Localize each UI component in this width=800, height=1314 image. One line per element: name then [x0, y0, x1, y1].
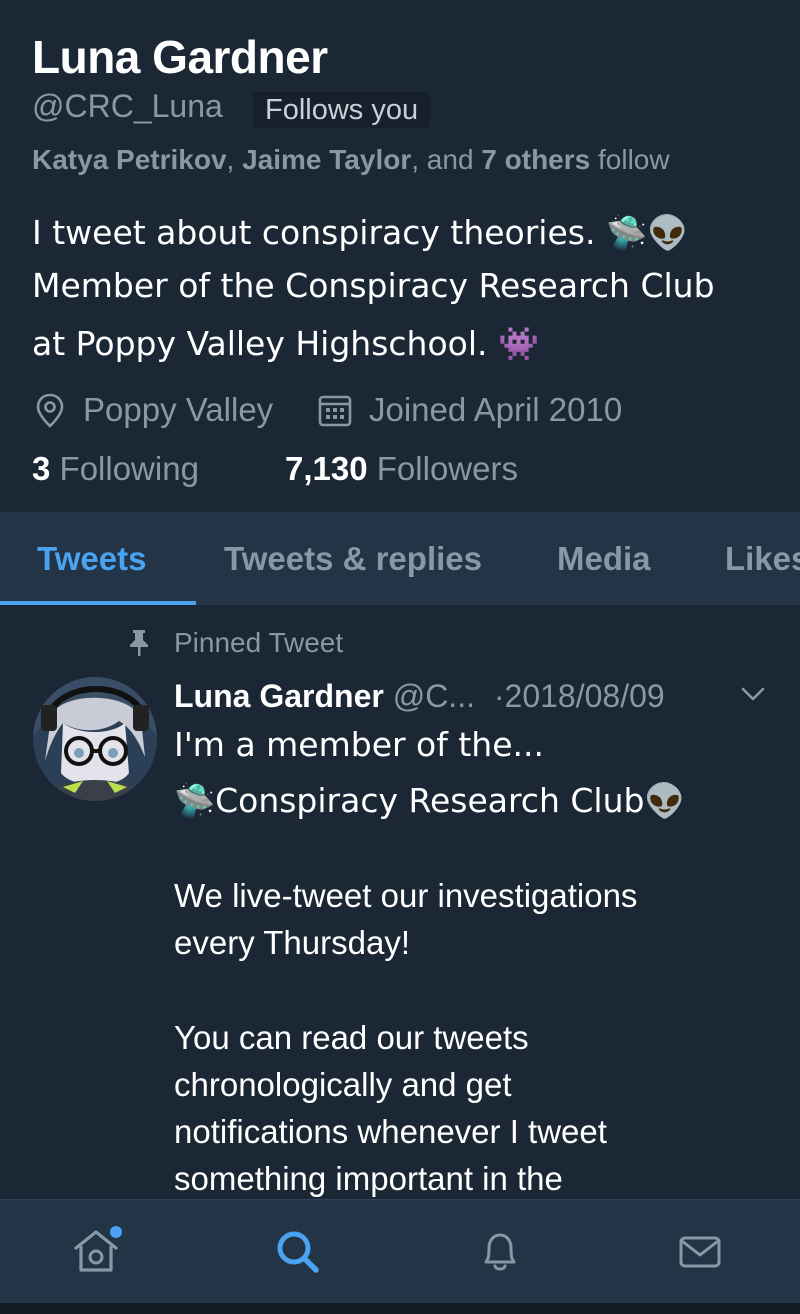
tweet-line-break — [174, 824, 774, 872]
tab-tweets-and-replies[interactable]: Tweets & replies — [224, 512, 482, 605]
tweet-author-handle[interactable]: @C... — [393, 678, 475, 714]
nav-messages-button[interactable] — [640, 1200, 760, 1304]
followed-by-sep-1: , — [226, 144, 243, 175]
envelope-icon — [679, 1236, 721, 1268]
tweet-date[interactable]: ·2018/08/09 — [494, 678, 665, 714]
following-link[interactable]: 3 Following — [32, 450, 199, 488]
tab-likes[interactable]: Likes — [725, 512, 800, 605]
pin-icon — [130, 630, 148, 656]
followers-label: Followers — [376, 450, 518, 487]
bell-icon — [484, 1233, 516, 1271]
tab-media[interactable]: Media — [557, 512, 651, 605]
pinned-label: Pinned Tweet — [174, 627, 344, 658]
nav-home-button[interactable] — [36, 1200, 156, 1304]
home-icon — [74, 1226, 122, 1272]
search-icon — [277, 1231, 319, 1273]
tweet-header: Luna Gardner @C... ·2018/08/09 — [174, 673, 665, 719]
tweet-line-break — [174, 966, 774, 1014]
avatar[interactable] — [33, 677, 157, 801]
profile-display-name: Luna Gardner — [32, 31, 328, 83]
following-label: Following — [59, 450, 199, 487]
location-pin-icon — [36, 393, 64, 428]
profile-bio: I tweet about conspiracy theories. 🛸👽 Me… — [32, 206, 772, 370]
nav-search-button[interactable] — [238, 1200, 358, 1304]
chevron-down-icon — [741, 687, 765, 701]
bottom-nav — [0, 1199, 800, 1304]
tweet-line: 🛸Conspiracy Research Club👽 — [174, 781, 686, 820]
tweet-line: every Thursday! — [174, 924, 410, 961]
notification-dot — [110, 1226, 122, 1238]
profile-handle[interactable]: @CRC_Luna — [32, 88, 223, 125]
followed-by-name-2[interactable]: Jaime Taylor — [242, 144, 411, 175]
bio-line: at Poppy Valley Highschool. 👾 — [32, 324, 540, 363]
followers-count: 7,130 — [285, 450, 368, 487]
followed-by-sep-2: , and — [411, 144, 482, 175]
tweet-text: I'm a member of the... 🛸Conspiracy Resea… — [174, 721, 774, 1200]
tweet-line: I'm a member of the... — [174, 725, 544, 764]
nav-notifications-button[interactable] — [440, 1200, 560, 1304]
tweet-line: You can read our tweets — [174, 1019, 529, 1056]
system-home-bar — [0, 1303, 800, 1314]
calendar-icon — [318, 395, 352, 427]
followed-by-line[interactable]: Katya Petrikov, Jaime Taylor, and 7 othe… — [32, 144, 670, 176]
tweet-line: something important in the — [174, 1160, 563, 1197]
following-count: 3 — [32, 450, 51, 487]
tweet-author-name[interactable]: Luna Gardner — [174, 678, 384, 714]
location-text: Poppy Valley — [83, 391, 274, 428]
tab-tweets[interactable]: Tweets — [37, 512, 146, 605]
avatar-image — [33, 677, 157, 801]
tweet-options-button[interactable] — [740, 685, 766, 708]
joined-text: Joined April 2010 — [369, 391, 623, 428]
followed-by-others[interactable]: 7 others — [481, 144, 590, 175]
followed-by-name-1[interactable]: Katya Petrikov — [32, 144, 227, 175]
tweet-line: We live-tweet our investigations — [174, 877, 638, 914]
follows-you-badge: Follows you — [253, 92, 431, 128]
followed-by-suffix: follow — [590, 144, 670, 175]
profile-tabs: Tweets Tweets & replies Media Likes — [0, 512, 800, 605]
tweet-line: chronologically and get — [174, 1066, 512, 1103]
profile-header: Luna Gardner @CRC_Luna Follows you Katya… — [0, 0, 800, 512]
followers-link[interactable]: 7,130 Followers — [285, 450, 518, 488]
bio-line: I tweet about conspiracy theories. 🛸👽 — [32, 213, 689, 252]
tweet-line: notifications whenever I tweet — [174, 1113, 607, 1150]
tweet-feed: Pinned Tweet Luna Gardner @C... ·2018/08… — [0, 605, 800, 1200]
bio-line: Member of the Conspiracy Research Club — [32, 266, 715, 305]
